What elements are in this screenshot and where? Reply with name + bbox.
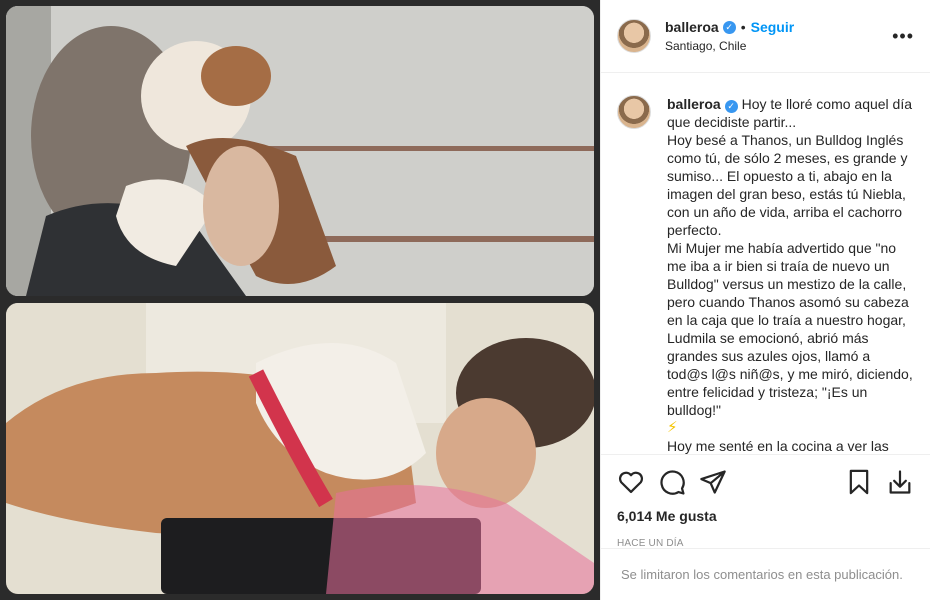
- caption: balleroa ✓ Hoy te lloré como aquel día qu…: [601, 73, 930, 454]
- post-details-panel: balleroa ✓ • Seguir Santiago, Chile ••• …: [600, 0, 930, 600]
- heart-icon[interactable]: [617, 468, 645, 496]
- username-link[interactable]: balleroa: [665, 19, 719, 35]
- comment-icon[interactable]: [658, 468, 686, 496]
- more-options-icon[interactable]: •••: [892, 27, 914, 45]
- avatar[interactable]: [617, 19, 651, 53]
- comments-disabled-notice: Se limitaron los comentarios en esta pub…: [601, 548, 930, 600]
- caption-text: Mi Mujer me había advertido que "no me i…: [667, 240, 917, 418]
- lightning-emoji-icon: ⚡: [667, 419, 678, 436]
- verified-badge-icon: ✓: [724, 100, 738, 113]
- caption-avatar[interactable]: [617, 95, 651, 129]
- post-actions: 6,014 Me gusta HACE UN DÍA: [601, 454, 930, 549]
- location-link[interactable]: Santiago, Chile: [665, 39, 892, 53]
- caption-first-line: balleroa ✓ Hoy te lloré como aquel día qu…: [667, 95, 914, 131]
- follow-button[interactable]: Seguir: [751, 19, 795, 35]
- verified-badge-icon: ✓: [722, 20, 736, 34]
- likes-count[interactable]: 6,014 Me gusta: [617, 508, 914, 524]
- caption-text: Hoy me senté en la cocina a ver las foto…: [667, 438, 889, 454]
- photo-man-kissing-puppy: [6, 6, 594, 296]
- caption-username[interactable]: balleroa: [667, 96, 721, 112]
- caption-text: Hoy besé a Thanos, un Bulldog Inglés com…: [667, 132, 912, 238]
- bookmark-icon[interactable]: [845, 468, 873, 496]
- post-media[interactable]: [0, 0, 600, 600]
- share-icon[interactable]: [699, 468, 727, 496]
- post-header: balleroa ✓ • Seguir Santiago, Chile •••: [601, 0, 930, 73]
- download-icon[interactable]: [886, 468, 914, 496]
- photo-bulldog-kiss: [6, 303, 594, 594]
- separator-dot: •: [740, 19, 746, 35]
